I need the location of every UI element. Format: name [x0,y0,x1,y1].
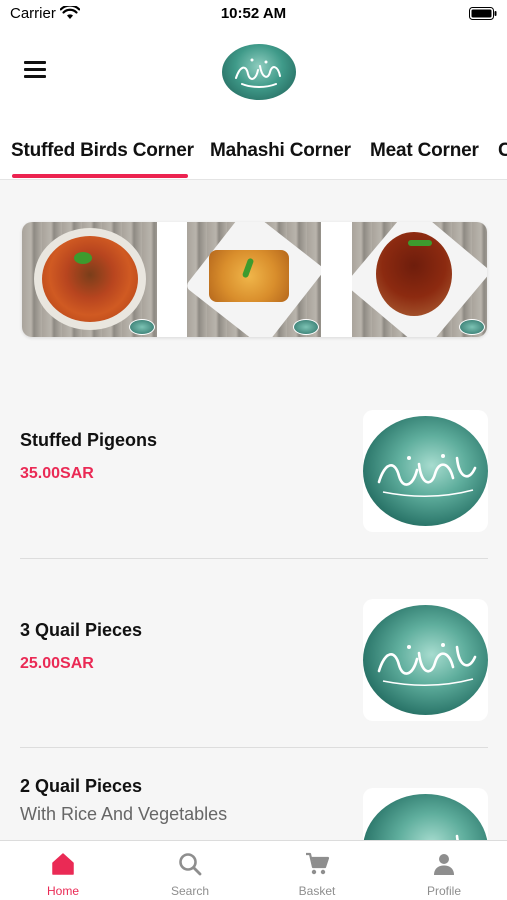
baked-casserole-photo [187,222,321,337]
category-tabs: Stuffed Birds Corner Mahashi Corner Meat… [0,118,507,180]
nav-profile[interactable]: Profile [381,841,507,900]
nav-profile-label: Profile [426,884,461,898]
person-icon [434,854,454,875]
calligraphy-logo-icon [377,643,477,687]
hamburger-menu-icon[interactable] [18,54,52,84]
item-name: 2 Quail Pieces [20,776,143,796]
item-price: 35.00SAR [20,465,94,482]
item-image [363,410,488,532]
nav-search-label: Search [170,884,210,898]
status-bar: Carrier 10:52 AM [0,0,507,28]
tab-mahashi-corner[interactable]: Mahashi Corner [210,140,351,162]
item-image [363,788,488,840]
home-icon [52,853,74,875]
restaurant-logo [222,44,296,100]
promo-banner[interactable] [22,222,487,337]
photo-watermark-logo [293,319,319,335]
item-divider [20,558,488,559]
tab-next-category[interactable]: C [498,140,507,162]
calligraphy-logo-icon [377,454,477,498]
app-header [0,28,507,118]
tab-stuffed-birds-corner[interactable]: Stuffed Birds Corner [11,140,194,162]
nav-home-label: Home [46,884,79,898]
bottom-nav: Home Search Basket Profile [0,840,507,900]
clock: 10:52 AM [220,5,287,22]
nav-search[interactable]: Search [127,841,253,900]
stew-pot-photo [352,222,487,337]
item-name: 3 Quail Pieces [20,620,143,640]
nav-home[interactable]: Home [0,841,126,900]
item-image [363,599,488,721]
menu-item-2-quail-pieces[interactable]: 2 Quail Pieces With Rice And Vegetables [0,760,507,840]
cart-icon [306,852,330,875]
search-icon [179,853,202,876]
photo-watermark-logo [459,319,485,335]
battery-icon [469,7,497,20]
nav-basket[interactable]: Basket [254,841,380,900]
item-description: With Rice And Vegetables [20,804,228,824]
active-tab-indicator [12,174,188,178]
menu-item-3-quail-pieces[interactable]: 3 Quail Pieces 25.00SAR [0,570,507,760]
menu-item-stuffed-pigeons[interactable]: Stuffed Pigeons 35.00SAR [0,380,507,570]
tab-meat-corner[interactable]: Meat Corner [370,140,479,162]
meat-stew-dish-photo [22,222,157,337]
item-name: Stuffed Pigeons [20,430,158,450]
item-price: 25.00SAR [20,655,94,672]
nav-basket-label: Basket [298,884,336,898]
calligraphy-logo-icon [455,834,459,840]
photo-watermark-logo [129,319,155,335]
item-divider [20,747,488,748]
